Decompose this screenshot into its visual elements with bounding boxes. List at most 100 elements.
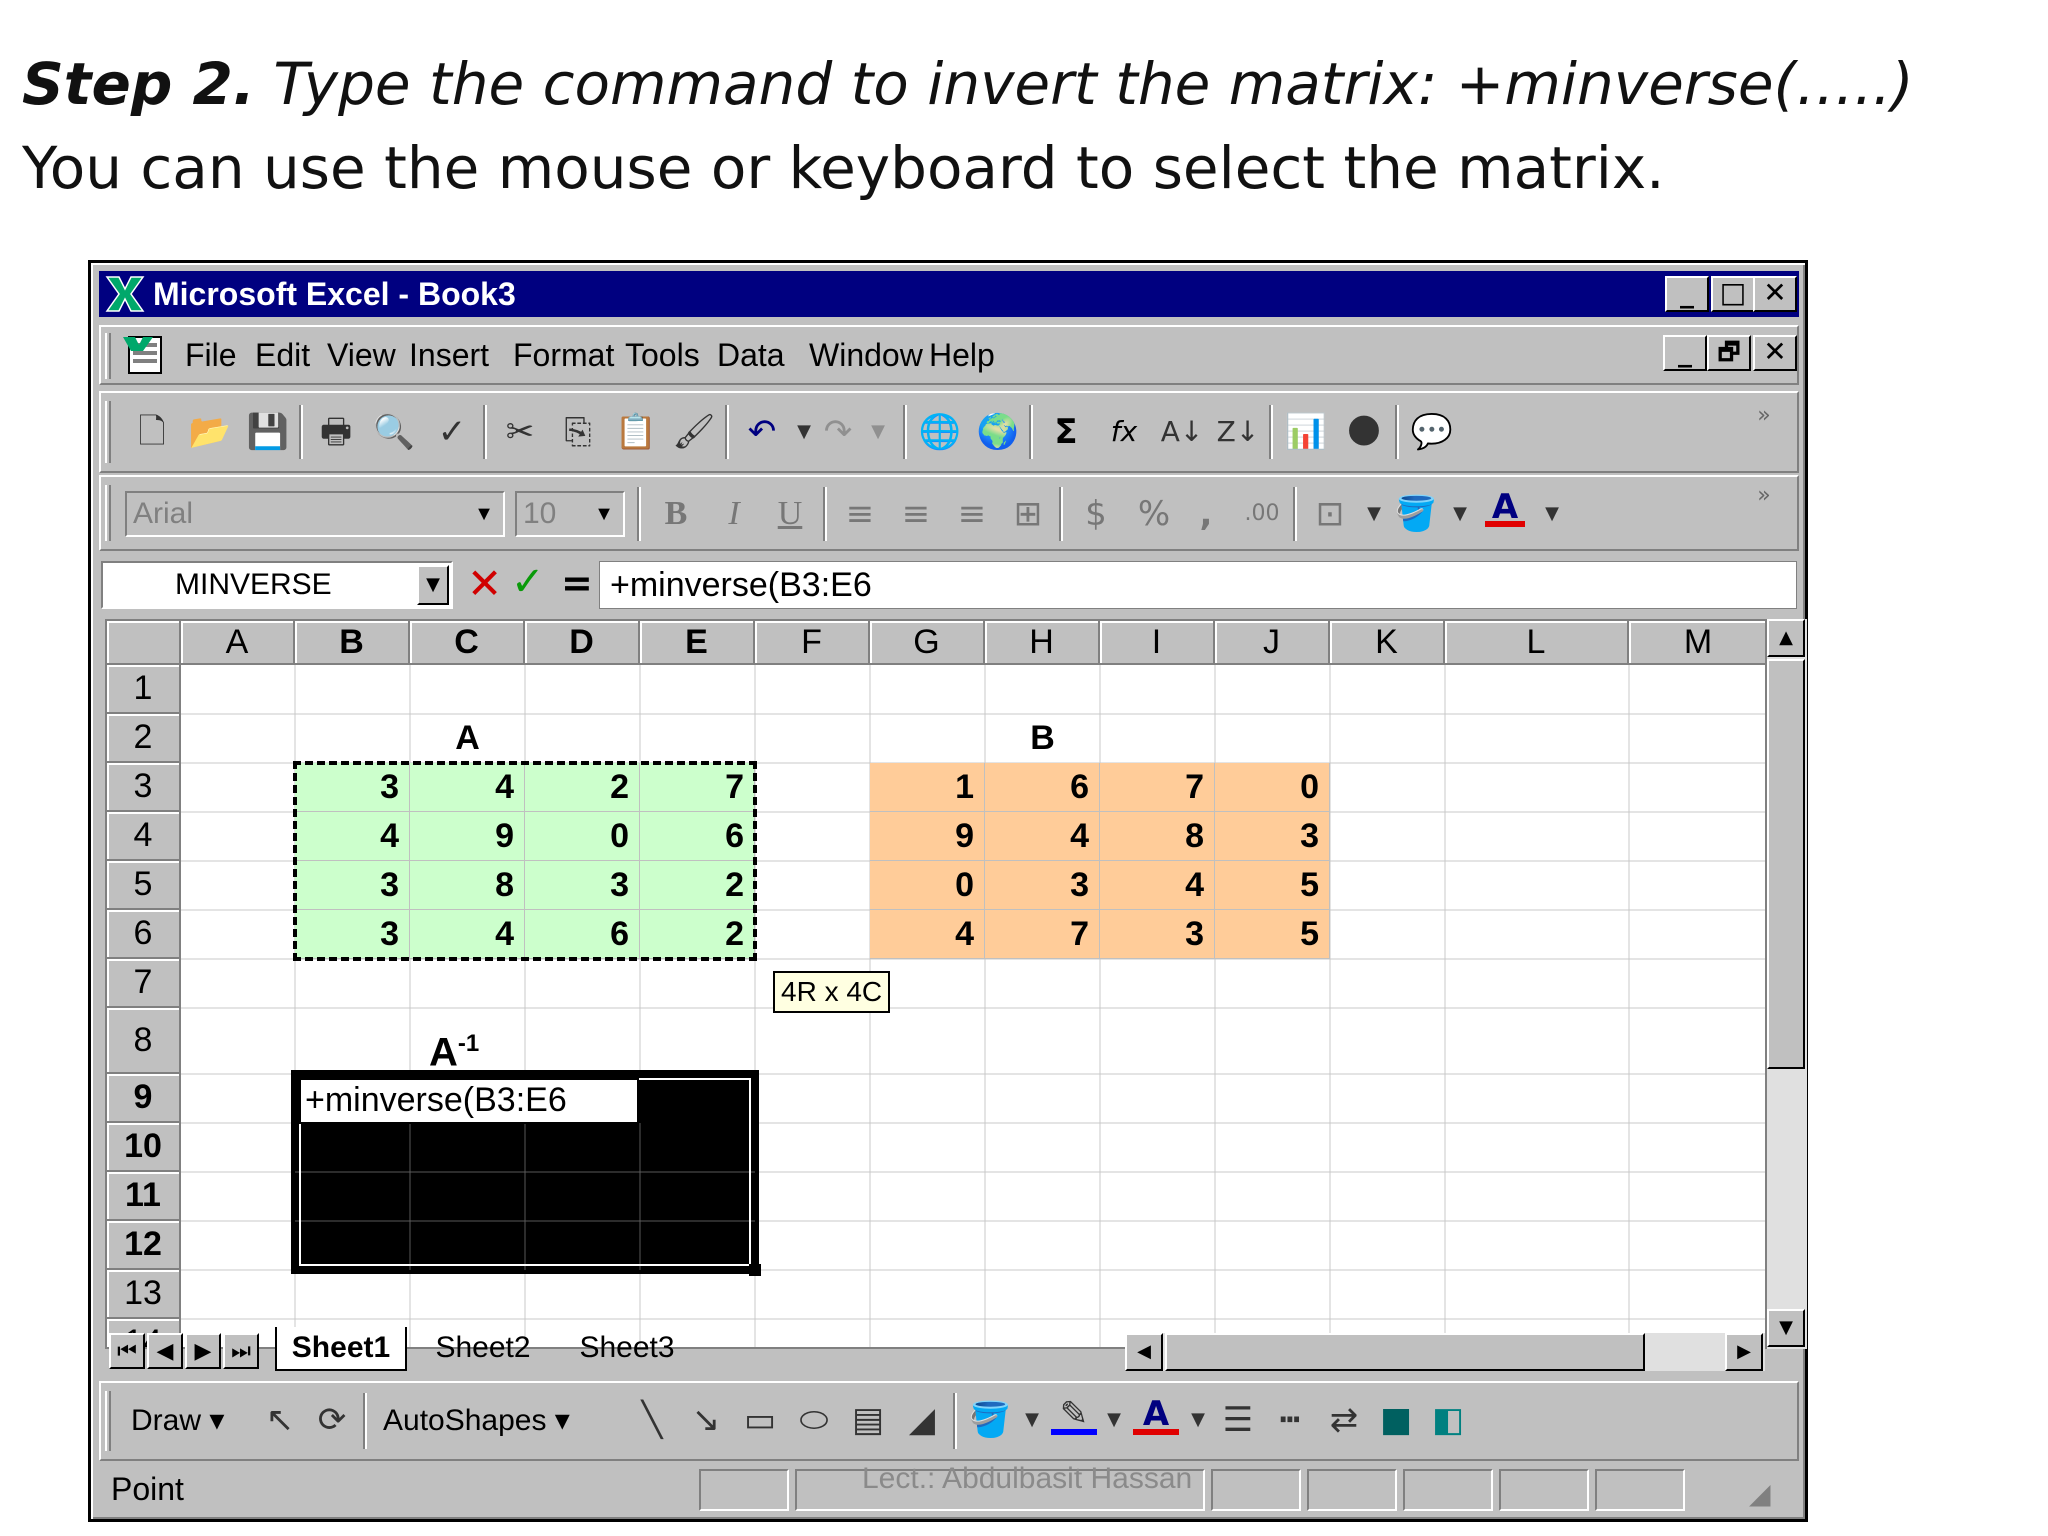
- row-header-4[interactable]: 4: [107, 812, 181, 861]
- cell-j3[interactable]: 0: [1215, 763, 1330, 812]
- font-color-icon[interactable]: A: [1485, 487, 1525, 527]
- comma-style-button[interactable]: ,: [1183, 491, 1229, 537]
- menu-file[interactable]: File: [185, 337, 237, 374]
- cancel-icon[interactable]: ✕: [467, 559, 502, 608]
- chevron-down-icon[interactable]: ▼: [469, 497, 499, 531]
- print-preview-icon[interactable]: 🔍: [371, 409, 417, 455]
- title-bar[interactable]: Microsoft Excel - Book3 _ □ ✕: [99, 271, 1799, 317]
- redo-dropdown-icon[interactable]: ▼: [855, 409, 901, 455]
- shadow-icon[interactable]: ■: [1373, 1397, 1419, 1443]
- row-header-1[interactable]: 1: [107, 665, 181, 714]
- format-painter-icon[interactable]: 🖌: [671, 409, 717, 455]
- save-icon[interactable]: 💾: [245, 409, 291, 455]
- column-header-d[interactable]: D: [525, 621, 640, 665]
- align-center-icon[interactable]: ≡: [893, 491, 939, 537]
- cell-h6[interactable]: 7: [985, 910, 1100, 959]
- next-sheet-icon[interactable]: ▶: [185, 1333, 221, 1369]
- inverse-label[interactable]: A-1: [429, 1016, 479, 1074]
- menu-data[interactable]: Data: [717, 337, 785, 374]
- sort-ascending-icon[interactable]: A↓: [1159, 409, 1205, 455]
- select-objects-icon[interactable]: ↖: [257, 1397, 303, 1443]
- line-style-icon[interactable]: ☰: [1215, 1397, 1261, 1443]
- rectangle-icon[interactable]: ▭: [737, 1397, 783, 1443]
- align-left-icon[interactable]: ≡: [837, 491, 883, 537]
- free-rotate-icon[interactable]: ⟳: [309, 1397, 355, 1443]
- enter-icon[interactable]: ✓: [511, 559, 545, 605]
- row-header-2[interactable]: 2: [107, 714, 181, 763]
- menu-view[interactable]: View: [327, 337, 396, 374]
- cell-i5[interactable]: 4: [1100, 861, 1215, 910]
- arrow-icon[interactable]: ↘: [683, 1397, 729, 1443]
- increase-decimal-icon[interactable]: .00: [1239, 491, 1285, 537]
- column-header-f[interactable]: F: [755, 621, 870, 665]
- paste-icon[interactable]: 📋: [613, 409, 659, 455]
- fill-handle[interactable]: [749, 1264, 761, 1276]
- web-toolbar-icon[interactable]: 🌍: [975, 409, 1021, 455]
- undo-icon[interactable]: ↶: [739, 409, 785, 455]
- fill-color-icon[interactable]: 🪣: [967, 1397, 1013, 1443]
- text-box-icon[interactable]: ▤: [845, 1397, 891, 1443]
- font-size-combo[interactable]: 10 ▼: [515, 491, 625, 537]
- more-buttons-icon[interactable]: »: [1741, 473, 1787, 519]
- map-icon[interactable]: 🌑: [1341, 409, 1387, 455]
- scroll-right-icon[interactable]: ▶: [1725, 1333, 1763, 1371]
- merge-center-icon[interactable]: ⊞: [1005, 491, 1051, 537]
- cell-j4[interactable]: 3: [1215, 812, 1330, 861]
- cell-h4[interactable]: 4: [985, 812, 1100, 861]
- column-header-c[interactable]: C: [410, 621, 525, 665]
- borders-dropdown-icon[interactable]: ▼: [1351, 491, 1397, 537]
- cell-g5[interactable]: 0: [870, 861, 985, 910]
- column-header-b[interactable]: B: [295, 621, 410, 665]
- font-color-dropdown-icon[interactable]: ▼: [1529, 491, 1575, 537]
- office-assistant-icon[interactable]: 💬: [1409, 409, 1455, 455]
- column-header-g[interactable]: G: [870, 621, 985, 665]
- formula-input[interactable]: +minverse(B3:E6: [599, 561, 1797, 609]
- toolbar-grip[interactable]: [105, 401, 111, 463]
- cell-j6[interactable]: 5: [1215, 910, 1330, 959]
- scroll-up-icon[interactable]: ▲: [1767, 619, 1805, 657]
- workbook-icon[interactable]: [121, 333, 167, 377]
- menubar-grip[interactable]: [105, 333, 111, 379]
- close-button[interactable]: ✕: [1753, 276, 1797, 312]
- menu-tools[interactable]: Tools: [625, 337, 700, 374]
- column-header-e[interactable]: E: [640, 621, 755, 665]
- more-buttons-icon[interactable]: »: [1741, 393, 1787, 439]
- cut-icon[interactable]: ✂: [497, 409, 543, 455]
- tab-sheet2[interactable]: Sheet2: [417, 1327, 549, 1371]
- align-right-icon[interactable]: ≡: [949, 491, 995, 537]
- scroll-left-icon[interactable]: ◀: [1125, 1333, 1163, 1371]
- cell-i3[interactable]: 7: [1100, 763, 1215, 812]
- menu-edit[interactable]: Edit: [255, 337, 310, 374]
- borders-icon[interactable]: ⊡: [1307, 491, 1353, 537]
- prev-sheet-icon[interactable]: ◀: [147, 1333, 183, 1369]
- bold-button[interactable]: B: [653, 491, 699, 537]
- arrow-style-icon[interactable]: ⇄: [1321, 1397, 1367, 1443]
- menu-insert[interactable]: Insert: [409, 337, 489, 374]
- cell-i4[interactable]: 8: [1100, 812, 1215, 861]
- print-icon[interactable]: 🖶: [313, 409, 359, 455]
- font-name-combo[interactable]: Arial ▼: [125, 491, 505, 537]
- italic-button[interactable]: I: [711, 491, 757, 537]
- doc-close-button[interactable]: ✕: [1753, 335, 1797, 371]
- chart-wizard-icon[interactable]: 📊: [1283, 409, 1329, 455]
- row-header-12[interactable]: 12: [107, 1221, 181, 1270]
- minimize-button[interactable]: _: [1665, 276, 1709, 312]
- horizontal-scrollbar[interactable]: ◀ ▶: [1125, 1333, 1765, 1371]
- row-header-5[interactable]: 5: [107, 861, 181, 910]
- wordart-icon[interactable]: ◢: [899, 1397, 945, 1443]
- font-color-icon[interactable]: A: [1133, 1393, 1179, 1435]
- maximize-button[interactable]: □: [1711, 276, 1755, 312]
- tab-sheet3[interactable]: Sheet3: [561, 1327, 693, 1371]
- paste-function-icon[interactable]: fx: [1101, 409, 1147, 455]
- autosum-icon[interactable]: Σ: [1043, 409, 1089, 455]
- toolbar-grip[interactable]: [105, 485, 111, 541]
- percent-style-button[interactable]: %: [1131, 491, 1177, 537]
- fill-color-icon[interactable]: 🪣: [1393, 491, 1439, 537]
- menu-window[interactable]: Window: [809, 337, 923, 374]
- draw-menu-button[interactable]: Draw ▾: [131, 1403, 224, 1438]
- oval-icon[interactable]: ⬭: [791, 1397, 837, 1443]
- spelling-icon[interactable]: ✓: [429, 409, 475, 455]
- doc-restore-button[interactable]: 🗗: [1707, 335, 1751, 371]
- sort-descending-icon[interactable]: Z↓: [1215, 409, 1261, 455]
- horizontal-scroll-thumb[interactable]: [1165, 1333, 1645, 1371]
